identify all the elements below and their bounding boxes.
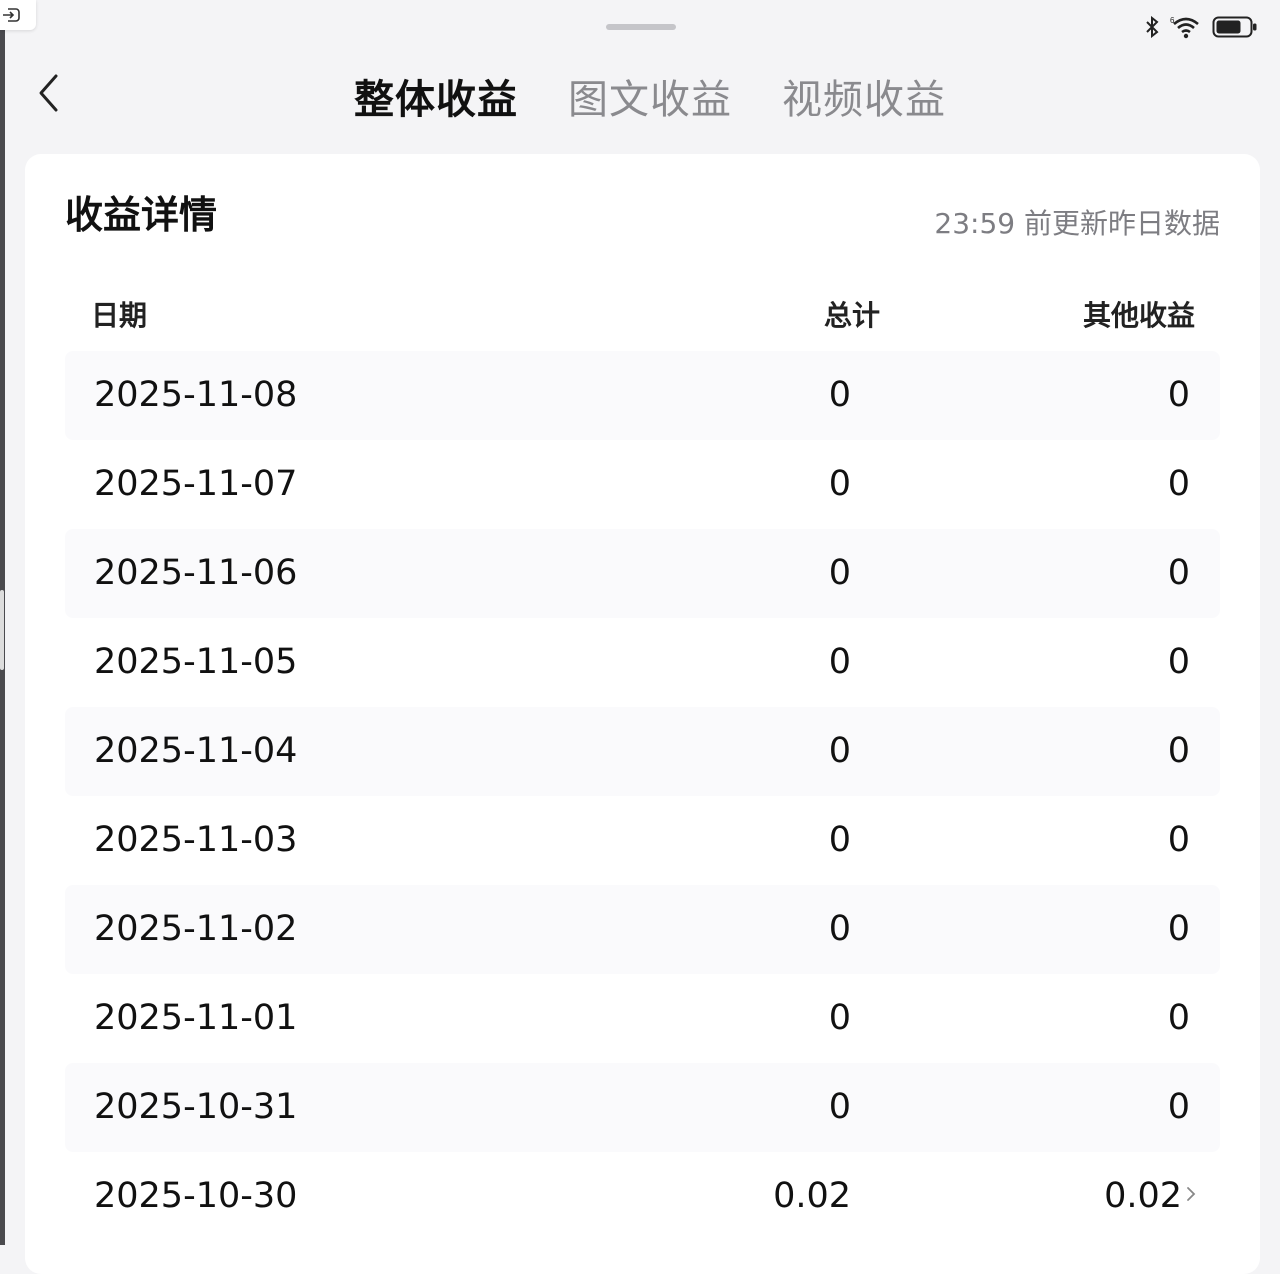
row-date: 2025-11-04 xyxy=(94,731,298,771)
row-date: 2025-10-31 xyxy=(94,1087,298,1127)
column-header-date: 日期 xyxy=(91,299,148,332)
table-row: 2025-11-05 0 0 xyxy=(65,618,1220,707)
tab-article-earnings[interactable]: 图文收益 xyxy=(568,72,732,128)
row-other-earnings: 0 xyxy=(1167,998,1190,1038)
table-row: 2025-11-08 0 0 xyxy=(65,351,1220,440)
exit-icon xyxy=(3,8,20,22)
row-other-earnings: 0 xyxy=(1167,553,1190,593)
update-note: 23:59 前更新昨日数据 xyxy=(934,207,1220,240)
row-total: 0 xyxy=(828,998,851,1038)
tab-overall-earnings[interactable]: 整体收益 xyxy=(354,72,518,128)
table-row: 2025-10-31 0 0 xyxy=(65,1063,1220,1152)
table-row[interactable]: 2025-10-30 0.02 0.02 xyxy=(65,1152,1220,1241)
drag-handle[interactable] xyxy=(606,24,676,30)
row-other-earnings: 0 xyxy=(1167,642,1190,682)
edge-handle[interactable] xyxy=(0,590,4,670)
table-row: 2025-11-07 0 0 xyxy=(65,440,1220,529)
table-row: 2025-11-02 0 0 xyxy=(65,885,1220,974)
earnings-detail-card: 收益详情 23:59 前更新昨日数据 日期 总计 其他收益 2025-11-08… xyxy=(25,154,1260,1274)
row-date: 2025-11-07 xyxy=(94,464,298,504)
exit-tab[interactable] xyxy=(0,0,36,30)
row-date: 2025-11-06 xyxy=(94,553,298,593)
bluetooth-icon xyxy=(1146,16,1159,38)
wifi-icon: 6 xyxy=(1170,16,1199,39)
row-total: 0 xyxy=(828,375,851,415)
chevron-right-icon[interactable] xyxy=(1186,1185,1196,1203)
row-other-earnings: 0 xyxy=(1167,464,1190,504)
row-total: 0 xyxy=(828,553,851,593)
table-row: 2025-11-01 0 0 xyxy=(65,974,1220,1063)
table-row: 2025-11-04 0 0 xyxy=(65,707,1220,796)
row-other-earnings: 0 xyxy=(1167,1087,1190,1127)
status-bar: 6 xyxy=(1144,14,1258,40)
row-other-earnings: 0 xyxy=(1167,820,1190,860)
row-other-earnings[interactable]: 0.02 xyxy=(1104,1174,1182,1218)
row-total: 0 xyxy=(828,820,851,860)
row-date: 2025-11-02 xyxy=(94,909,298,949)
row-other-earnings: 0 xyxy=(1167,731,1190,771)
row-total: 0 xyxy=(828,464,851,504)
row-total: 0.02 xyxy=(773,1176,851,1216)
table-row: 2025-11-06 0 0 xyxy=(65,529,1220,618)
row-date: 2025-11-05 xyxy=(94,642,298,682)
row-total: 0 xyxy=(828,1087,851,1127)
svg-text:6: 6 xyxy=(1170,16,1175,25)
table-row: 2025-11-03 0 0 xyxy=(65,796,1220,885)
earnings-tabs: 整体收益 图文收益 视频收益 xyxy=(0,72,1280,128)
row-other-earnings: 0 xyxy=(1167,375,1190,415)
row-total: 0 xyxy=(828,642,851,682)
row-date: 2025-11-03 xyxy=(94,820,298,860)
card-title: 收益详情 xyxy=(65,193,218,237)
row-total: 0 xyxy=(828,909,851,949)
earnings-table: 2025-11-08 0 0 2025-11-07 0 0 2025-11-06… xyxy=(65,351,1220,1241)
table-header: 日期 总计 其他收益 xyxy=(65,288,1220,338)
column-header-other-earnings: 其他收益 xyxy=(1082,299,1195,332)
tab-video-earnings[interactable]: 视频收益 xyxy=(782,72,946,128)
row-other-earnings: 0 xyxy=(1167,909,1190,949)
column-header-total: 总计 xyxy=(823,299,880,332)
battery-icon xyxy=(1212,16,1257,38)
row-date: 2025-11-01 xyxy=(94,998,298,1038)
row-date: 2025-11-08 xyxy=(94,375,298,415)
row-total: 0 xyxy=(828,731,851,771)
row-date: 2025-10-30 xyxy=(94,1176,298,1216)
